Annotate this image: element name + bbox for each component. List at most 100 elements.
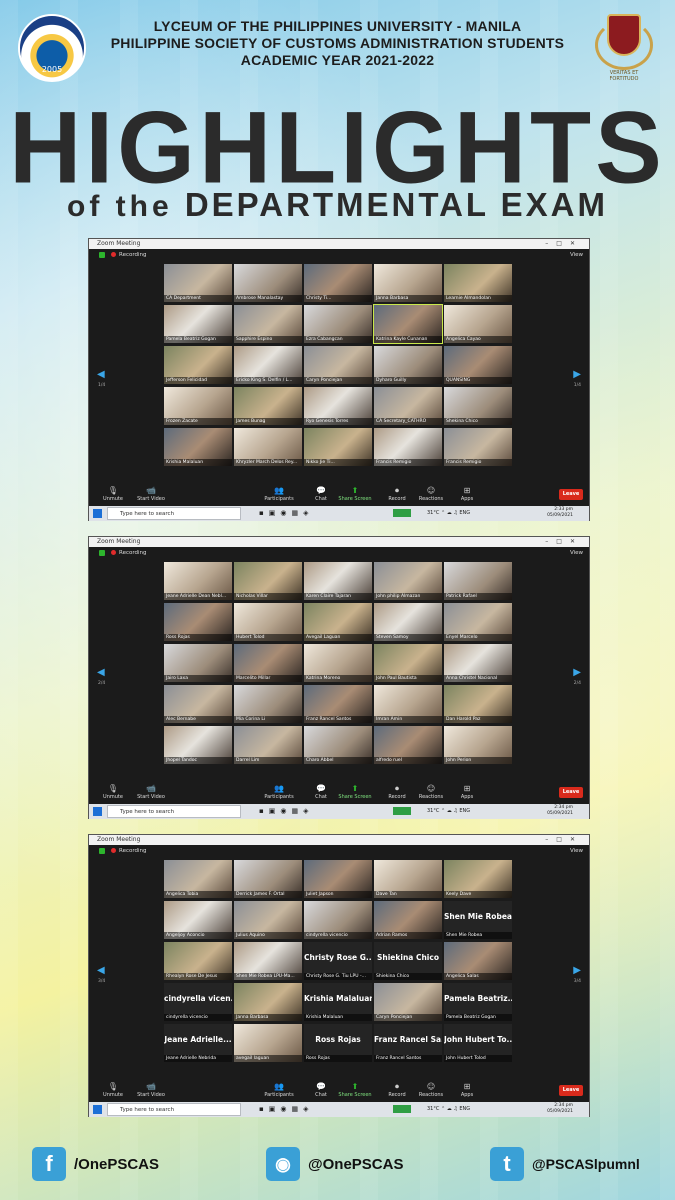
participant-tile[interactable]: Derrick James F. Ortal	[234, 860, 302, 898]
participant-tile[interactable]: Avegail Laguan	[304, 603, 372, 641]
taskbar-search[interactable]: Type here to search	[107, 507, 241, 520]
participant-tile[interactable]: Khryzler March Delos Rey...	[234, 428, 302, 466]
window-controls[interactable]: –□✕	[545, 835, 583, 845]
participant-tile[interactable]: Jeane Adrielle... Jeane Adrielle Nebrida	[164, 1024, 232, 1062]
participant-tile[interactable]: Caryn Ponciejan	[374, 983, 442, 1021]
participant-tile[interactable]: Francis Remigio	[374, 428, 442, 466]
participant-tile[interactable]: Janna Barbasa	[374, 264, 442, 302]
participant-tile[interactable]: Angelica Salas	[444, 942, 512, 980]
prev-page-icon[interactable]: ◀	[97, 369, 105, 380]
leave-button[interactable]: Leave	[559, 489, 583, 500]
participant-tile[interactable]: Caryn Ponciejan	[304, 346, 372, 384]
control-start-video[interactable]: 📹 Start Video	[129, 784, 173, 800]
participant-tile[interactable]: Angelica Tobia	[164, 860, 232, 898]
control-apps[interactable]: ⊞ Apps	[445, 784, 489, 800]
participant-tile[interactable]: Janna Barbasa	[234, 983, 302, 1021]
clock[interactable]: 2:34 pm 05/09/2021	[547, 805, 573, 817]
participant-tile[interactable]: Juliet Japson	[304, 860, 372, 898]
clock[interactable]: 2:33 pm 05/09/2021	[547, 507, 573, 519]
footer-twitter[interactable]: t @PSCASlpumnl	[490, 1144, 640, 1184]
participant-tile[interactable]: Franz Rancel Santos	[304, 685, 372, 723]
participant-tile[interactable]: CA Secretary_CATHRO	[374, 387, 442, 425]
participant-tile[interactable]: John philip Almazan	[374, 562, 442, 600]
participant-tile[interactable]: Nicholas Villar	[234, 562, 302, 600]
participant-tile[interactable]: Krishia Malaluan Krishia Malaluan	[304, 983, 372, 1021]
leave-button[interactable]: Leave	[559, 787, 583, 798]
participant-tile[interactable]: Frozen Zacate	[164, 387, 232, 425]
control-share-screen[interactable]: ⬆ Share Screen	[333, 1082, 377, 1098]
participant-tile[interactable]: CA Department	[164, 264, 232, 302]
participant-tile[interactable]: Pamela Beatriz... Pamela Beatriz Gogan	[444, 983, 512, 1021]
participant-tile[interactable]: Jhopel Tandoc	[164, 726, 232, 764]
participant-tile[interactable]: Keely Dave	[444, 860, 512, 898]
participant-tile[interactable]: John Paul Bautista	[374, 644, 442, 682]
control-share-screen[interactable]: ⬆ Share Screen	[333, 486, 377, 502]
participant-tile[interactable]: Katrina Kayle Cunanan	[373, 304, 443, 344]
participant-tile[interactable]: Pamela Beatriz Gogan	[164, 305, 232, 343]
control-start-video[interactable]: 📹 Start Video	[129, 1082, 173, 1098]
participant-tile[interactable]: Sapphire Espino	[234, 305, 302, 343]
participant-tile[interactable]: Hubert Tolod	[234, 603, 302, 641]
participant-tile[interactable]: Karen Claire Tajaran	[304, 562, 372, 600]
clock[interactable]: 2:34 pm 05/09/2021	[547, 1103, 573, 1115]
participant-tile[interactable]: Patrick Rafael	[444, 562, 512, 600]
participant-tile[interactable]: Rhealyn Rose De Jesus	[164, 942, 232, 980]
participant-tile[interactable]: Dave Tan	[374, 860, 442, 898]
windows-start-icon[interactable]	[93, 807, 102, 816]
participant-tile[interactable]: Krishia Malaluan	[164, 428, 232, 466]
participant-tile[interactable]: Shen Mie Robea LPU-Ma...	[234, 942, 302, 980]
control-participants[interactable]: 👥 Participants	[257, 784, 301, 800]
participant-tile[interactable]: Learnie Almandolan	[444, 264, 512, 302]
view-button[interactable]: View	[570, 547, 583, 559]
participant-tile[interactable]: Shiekina Chico Shiekina Chico	[374, 942, 442, 980]
view-button[interactable]: View	[570, 249, 583, 261]
participant-tile[interactable]: Shekina Chico	[444, 387, 512, 425]
participant-tile[interactable]: Adrian Ramos	[374, 901, 442, 939]
participant-tile[interactable]: Angelica Cayao	[444, 305, 512, 343]
taskbar-search[interactable]: Type here to search	[107, 805, 241, 818]
participant-tile[interactable]: Ross Rojas	[164, 603, 232, 641]
next-page-icon[interactable]: ▶	[573, 667, 581, 678]
participant-tile[interactable]: Ezra Cabangcan	[304, 305, 372, 343]
taskbar-search[interactable]: Type here to search	[107, 1103, 241, 1116]
prev-page-icon[interactable]: ◀	[97, 965, 105, 976]
participant-tile[interactable]: Dan Harold Paz	[444, 685, 512, 723]
participant-tile[interactable]: Christy Rose G... Christy Rose G. Tiu LPU…	[304, 942, 372, 980]
participant-tile[interactable]: Charo Abbel	[304, 726, 372, 764]
participant-tile[interactable]: Francis Remigio	[444, 428, 512, 466]
taskbar-apps[interactable]: ▪▣◉▦◈	[259, 1105, 313, 1113]
prev-page-icon[interactable]: ◀	[97, 667, 105, 678]
footer-instagram[interactable]: ◉ @OnePSCAS	[266, 1144, 403, 1184]
participant-tile[interactable]: Dyharo Guilly	[374, 346, 442, 384]
participant-tile[interactable]: avegail laguan	[234, 1024, 302, 1062]
control-participants[interactable]: 👥 Participants	[257, 1082, 301, 1098]
control-start-video[interactable]: 📹 Start Video	[129, 486, 173, 502]
next-page-icon[interactable]: ▶	[573, 369, 581, 380]
participant-tile[interactable]: Enyel Marcelo	[444, 603, 512, 641]
leave-button[interactable]: Leave	[559, 1085, 583, 1096]
windows-start-icon[interactable]	[93, 509, 102, 518]
participant-tile[interactable]: Steven Samoy	[374, 603, 442, 641]
participant-tile[interactable]: John Perion	[444, 726, 512, 764]
participant-tile[interactable]: Angeljoy Aconcio	[164, 901, 232, 939]
window-controls[interactable]: –□✕	[545, 239, 583, 249]
footer-facebook[interactable]: f /OnePSCAS	[32, 1144, 159, 1184]
participant-tile[interactable]: Julius Aquino	[234, 901, 302, 939]
participant-tile[interactable]: QUANSING	[444, 346, 512, 384]
control-participants[interactable]: 👥 Participants	[257, 486, 301, 502]
participant-tile[interactable]: Ericko King S. Delfin / L...	[234, 346, 302, 384]
participant-tile[interactable]: Imran Amin	[374, 685, 442, 723]
participant-tile[interactable]: Jeane Adrielle Dean Nebl...	[164, 562, 232, 600]
participant-tile[interactable]: Alec Bernabe	[164, 685, 232, 723]
participant-tile[interactable]: Nikko Jie Ti...	[304, 428, 372, 466]
participant-tile[interactable]: Darrel Lim	[234, 726, 302, 764]
window-controls[interactable]: –□✕	[545, 537, 583, 547]
taskbar-apps[interactable]: ▪▣◉▦◈	[259, 807, 313, 815]
windows-start-icon[interactable]	[93, 1105, 102, 1114]
participant-tile[interactable]: James Bunag	[234, 387, 302, 425]
participant-tile[interactable]: Franz Rancel Sa... Franz Rancel Santos	[374, 1024, 442, 1062]
taskbar-apps[interactable]: ▪▣◉▦◈	[259, 509, 313, 517]
participant-tile[interactable]: John Hubert To... John Hubert Tolod	[444, 1024, 512, 1062]
participant-tile[interactable]: Jairo Laxa	[164, 644, 232, 682]
participant-tile[interactable]: cindyrella vicencio	[304, 901, 372, 939]
